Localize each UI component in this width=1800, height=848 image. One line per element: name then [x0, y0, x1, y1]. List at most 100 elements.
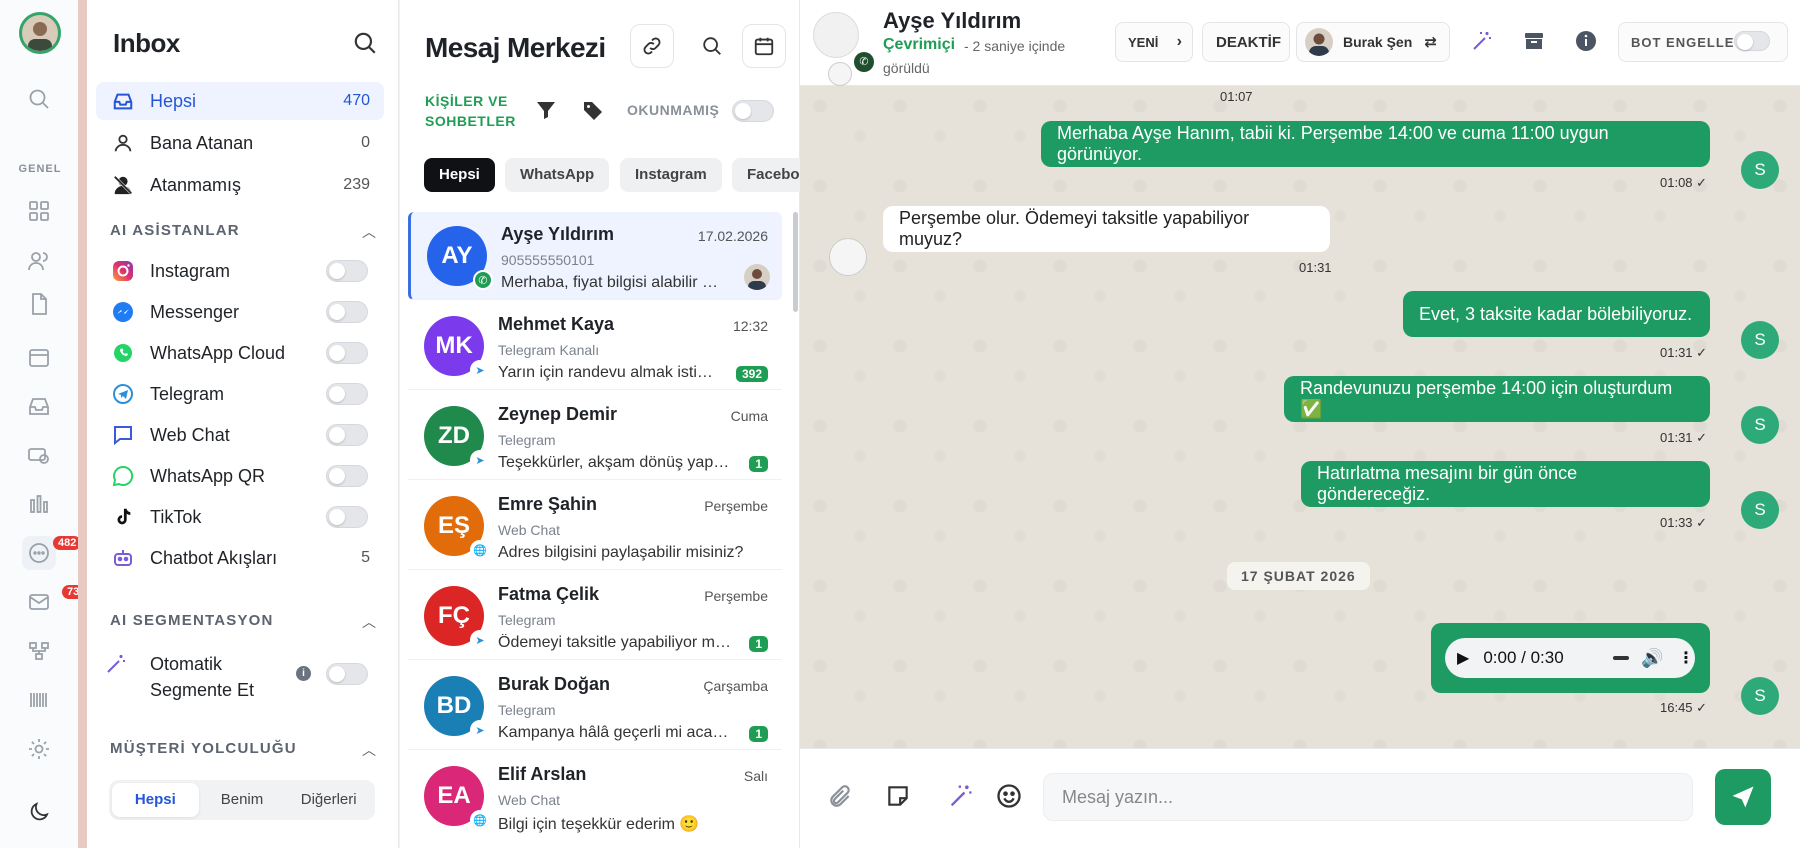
unread-toggle[interactable] — [732, 100, 774, 122]
inbox-tray-icon[interactable] — [22, 389, 56, 423]
conversation-channel: 905555550101 — [501, 252, 595, 268]
avatar-initials: BD — [436, 692, 472, 719]
nav-chatbot-flows[interactable]: Chatbot Akışları 5 — [96, 539, 384, 577]
telegram-toggle[interactable] — [326, 383, 368, 405]
chevron-up-icon[interactable]: ︿ — [362, 222, 376, 242]
tab-mine[interactable]: Benim — [199, 783, 286, 817]
conversation-preview: Kampanya hâlâ geçerli mi acaba? — [498, 724, 732, 741]
info-icon[interactable] — [1571, 26, 1601, 56]
message-text: Merhaba Ayşe Hanım, tabii ki. Perşembe 1… — [1057, 123, 1609, 164]
flow-icon[interactable] — [22, 634, 56, 668]
conversation-date: 12:32 — [732, 318, 768, 334]
tab-all[interactable]: Hepsi — [112, 783, 199, 817]
nav-count: 470 — [343, 92, 370, 109]
settings-gear-icon[interactable] — [22, 732, 56, 766]
ai-segmentation-header[interactable]: AI SEGMENTASYON — [110, 612, 274, 629]
contact-name: Zeynep Demir — [498, 404, 618, 424]
conversation-item[interactable]: MK ➤ Mehmet Kaya 12:32 Telegram Kanalı Y… — [408, 302, 782, 390]
whatsapp-cloud-toggle[interactable] — [326, 342, 368, 364]
conversation-preview: Teşekkürler, akşam dönüş yapacağım — [498, 454, 732, 471]
deactivate-button[interactable]: DEAKTİF — [1202, 22, 1290, 62]
conversation-item[interactable]: EŞ 🌐 Emre Şahin Perşembe Web Chat Adres … — [408, 482, 782, 570]
bot-block-toggle[interactable] — [1734, 31, 1770, 51]
section-title: AI SEGMENTASYON — [110, 612, 274, 629]
instagram-toggle[interactable] — [326, 260, 368, 282]
customer-journey-header[interactable]: MÜŞTERİ YOLCULUĞU — [110, 740, 297, 757]
send-button[interactable] — [1715, 769, 1771, 825]
telegram-badge-icon: ➤ — [470, 450, 490, 470]
search-icon[interactable] — [22, 82, 56, 116]
conversation-date: 17.02.2026 — [697, 228, 768, 244]
link-button[interactable] — [630, 24, 674, 68]
volume-icon[interactable]: 🔊 — [1641, 648, 1663, 669]
message-input[interactable]: Mesaj yazın... — [1043, 773, 1693, 821]
nav-all[interactable]: Hepsi 470 — [96, 82, 384, 120]
webchat-toggle[interactable] — [326, 424, 368, 446]
contacts-icon[interactable] — [22, 244, 56, 278]
ai-assistants-header[interactable]: AI ASİSTANLAR — [110, 222, 240, 239]
assigned-agent-selector[interactable]: Burak Şen ⇄ — [1296, 22, 1450, 62]
conversation-channel: Telegram Kanalı — [498, 342, 600, 358]
chat-icon[interactable] — [22, 536, 56, 570]
conversation-item[interactable]: EA 🌐 Elif Arslan Salı Web Chat Bilgi içi… — [408, 752, 782, 840]
conversation-item[interactable]: FÇ ➤ Fatma Çelik Perşembe Telegram Ödeme… — [408, 572, 782, 660]
dark-mode-moon-icon[interactable] — [22, 795, 56, 829]
info-icon[interactable]: i — [296, 666, 311, 681]
tab-others[interactable]: Diğerleri — [285, 783, 372, 817]
mail-icon[interactable] — [22, 585, 56, 619]
archive-icon[interactable] — [1519, 26, 1549, 56]
ai-magic-icon[interactable] — [947, 782, 975, 815]
search-icon — [703, 37, 721, 55]
contacts-chats-filter[interactable]: KİŞİLER VE SOHBETLER — [425, 91, 516, 131]
conversation-item[interactable]: BD ➤ Burak Doğan Çarşamba Telegram Kampa… — [408, 662, 782, 750]
list-scrollbar[interactable] — [793, 212, 798, 312]
contact-avatar[interactable] — [813, 12, 859, 58]
tiktok-toggle[interactable] — [326, 506, 368, 528]
nav-count: 5 — [361, 549, 370, 566]
conversation-date: Çarşamba — [703, 678, 768, 694]
more-options-icon[interactable]: ⋮ — [1678, 648, 1694, 668]
chip-whatsapp[interactable]: WhatsApp — [505, 158, 610, 192]
chevron-up-icon[interactable]: ︿ — [362, 740, 376, 760]
calendar-button[interactable] — [742, 24, 786, 68]
note-icon[interactable] — [885, 783, 911, 814]
filter-funnel-icon[interactable] — [534, 98, 558, 127]
attach-paperclip-icon[interactable] — [827, 783, 853, 814]
ai-magic-icon[interactable] — [1467, 26, 1497, 56]
chevron-right-icon: › — [1176, 33, 1182, 50]
chip-instagram[interactable]: Instagram — [620, 158, 722, 192]
conversation-channel: Telegram — [498, 612, 556, 628]
agent-avatar — [1305, 28, 1333, 56]
barcode-icon[interactable] — [22, 683, 56, 717]
auto-segment-toggle[interactable] — [326, 663, 368, 685]
message-time: 01:31 — [1299, 260, 1332, 275]
messenger-toggle[interactable] — [326, 301, 368, 323]
calendar-icon[interactable] — [22, 340, 56, 374]
search-button[interactable] — [690, 24, 734, 68]
whatsapp-qr-toggle[interactable] — [326, 465, 368, 487]
nav-unassigned[interactable]: Atanmamış 239 — [96, 166, 384, 204]
analytics-icon[interactable] — [22, 487, 56, 521]
chevron-up-icon[interactable]: ︿ — [362, 612, 376, 632]
sender-initial: S — [1754, 330, 1766, 349]
document-icon[interactable] — [22, 287, 56, 321]
play-icon[interactable]: ▶ — [1457, 648, 1469, 668]
user-avatar[interactable] — [19, 12, 61, 54]
chip-all[interactable]: Hepsi — [424, 158, 495, 192]
outgoing-message: Hatırlatma mesajını bir gün önce göndere… — [1301, 461, 1710, 507]
billing-icon[interactable] — [22, 438, 56, 472]
dashboard-icon[interactable] — [22, 194, 56, 228]
stage-button[interactable]: YENİ › — [1115, 22, 1193, 62]
messenger-icon — [110, 299, 136, 325]
swap-icon: ⇄ — [1424, 34, 1437, 51]
sender-initial: S — [1754, 686, 1766, 705]
avatar-initials: ZD — [438, 422, 470, 449]
audio-progress-bar[interactable] — [1613, 656, 1629, 660]
nav-assigned-to-me[interactable]: Bana Atanan 0 — [96, 124, 384, 162]
conversation-item[interactable]: ZD ➤ Zeynep Demir Cuma Telegram Teşekkür… — [408, 392, 782, 480]
conversation-item[interactable]: AY ✆ Ayşe Yıldırım 17.02.2026 9055555501… — [408, 212, 782, 300]
inbox-search-icon[interactable] — [352, 30, 378, 56]
tag-icon[interactable] — [581, 98, 605, 127]
sender-initial: S — [1754, 415, 1766, 434]
emoji-icon[interactable] — [995, 782, 1023, 815]
